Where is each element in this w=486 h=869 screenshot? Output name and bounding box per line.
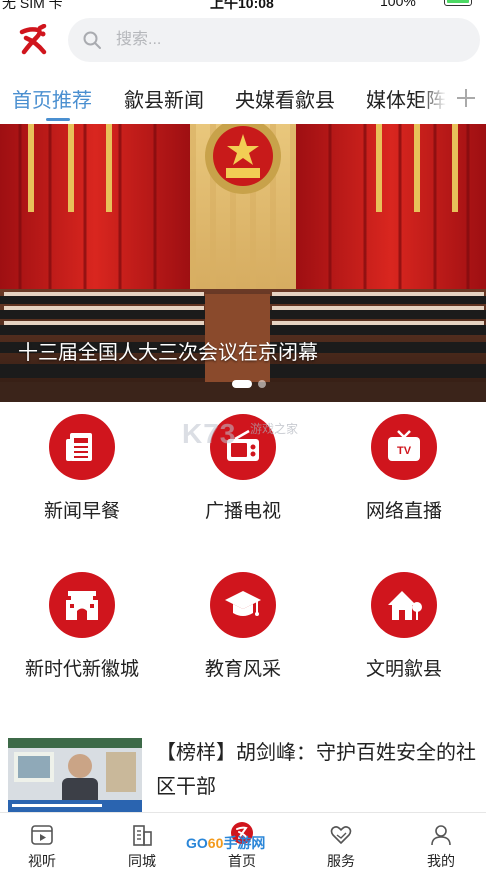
tab-central-media[interactable]: 央媒看歙县 [235,84,335,113]
search-input[interactable] [116,18,456,62]
function-grid: 新闻早餐 广播电视 TV 网络直播 新时代新徽城 教育风采 文明歙县 [0,402,486,712]
carousel-dot-active [232,380,252,388]
house-icon [388,591,422,620]
building-icon [133,825,152,846]
tv-live-icon: TV [388,430,420,461]
nav-label: 我的 [427,853,455,869]
watermark-subtext: 游戏之家 [250,422,299,436]
tab-county-news[interactable]: 歙县新闻 [124,84,204,113]
plus-icon[interactable] [454,86,478,110]
clock-text: 上午10:08 [210,0,274,10]
grid-icon-bg [49,414,115,480]
heart-hands-icon [330,826,352,844]
grid-label: 新闻早餐 [43,501,120,522]
nav-item-audiovisual[interactable]: 视听 [2,813,82,869]
tab-active-indicator [46,118,70,121]
grid-label: 文明歙县 [365,659,442,680]
nav-item-local[interactable]: 同城 [102,813,182,869]
city-gate-icon [66,591,98,620]
banner-caption: 十三届全国人大三次会议在京闭幕 [18,342,318,364]
nav-item-services[interactable]: 服务 [301,813,381,869]
nav-label: 同城 [128,853,156,869]
grid-label: 新时代新徽城 [24,659,139,680]
site-watermark-suffix: 手游网 [223,835,266,851]
grid-label: 网络直播 [365,501,442,522]
video-play-icon [31,825,53,845]
tab-home-recommend[interactable]: 首页推荐 [12,84,92,113]
grid-label: 广播电视 [204,501,281,522]
news-list: 【榜样】胡剑峰：守护百姓安全的社区干部 [0,726,486,814]
battery-text: 100% [380,0,416,9]
site-watermark-middle: 60 [207,835,224,851]
graduation-cap-icon [225,591,261,616]
user-icon [431,825,451,846]
grid-icon-bg [49,572,115,638]
grid-icon-bg: TV [371,414,437,480]
news-thumbnail [8,738,142,814]
news-title: 【榜样】胡剑峰：守护百姓安全的社区干部 [156,742,476,798]
grid-item-civilized-county[interactable]: 文明歙县 [324,560,484,680]
grid-icon-bg [210,572,276,638]
newspaper-icon [66,433,92,461]
nav-item-mine[interactable]: 我的 [401,813,481,869]
nav-label: 首页 [228,853,256,869]
grid-item-live-stream[interactable]: TV 网络直播 [324,402,484,522]
search-bar[interactable] [68,18,480,62]
hero-banner[interactable]: 十三届全国人大三次会议在京闭幕 [0,124,486,402]
status-bar: 无 SIM 卡 上午10:08 100% [0,0,486,10]
carrier-text: 无 SIM 卡 [2,0,63,10]
grid-item-new-era-huicheng[interactable]: 新时代新徽城 [2,560,162,680]
channel-tabs: 首页推荐 歙县新闻 央媒看歙县 媒体矩阵 [0,72,486,124]
grid-item-education[interactable]: 教育风采 [163,560,323,680]
nav-label: 视听 [28,853,56,869]
grid-item-news-breakfast[interactable]: 新闻早餐 [2,402,162,522]
carousel-dot [258,380,266,388]
site-watermark: GO60手游网 [186,833,265,853]
site-watermark-prefix: GO [186,835,208,851]
bottom-nav: 视听 同城 首页 服务 我的 GO60手游网 [0,812,486,869]
header [0,10,486,72]
svg-text:TV: TV [397,445,412,457]
nav-label: 服务 [327,853,355,869]
grid-icon-bg [371,572,437,638]
red-calligraphy-logo-icon[interactable] [16,24,50,58]
grid-label: 教育风采 [204,659,281,680]
search-icon [83,31,101,49]
battery-icon [444,0,472,6]
watermark-text: K73 [182,418,237,449]
